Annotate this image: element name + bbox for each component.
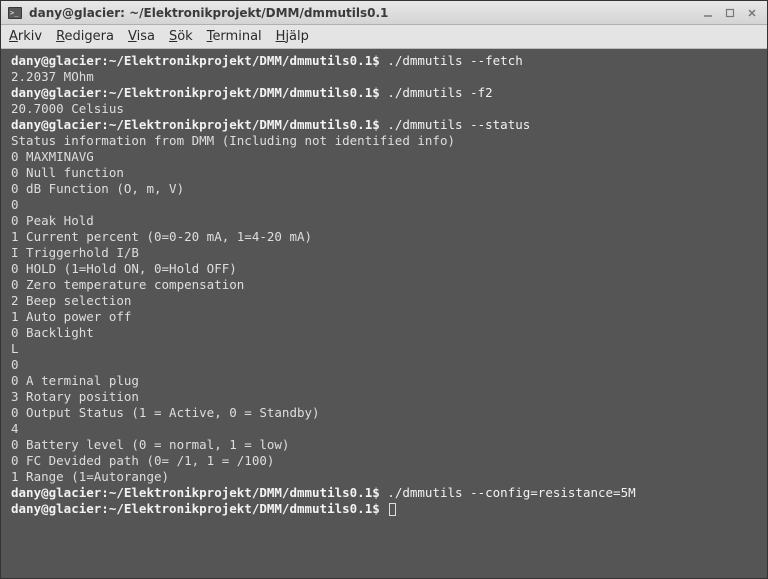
terminal-viewport[interactable]: dany@glacier:~/Elektronikprojekt/DMM/dmm…	[1, 49, 767, 578]
prompt-line: dany@glacier:~/Elektronikprojekt/DMM/dmm…	[11, 485, 757, 501]
command-text: ./dmmutils -f2	[380, 85, 493, 100]
output-line: 0 FC Devided path (0= /1, 1 = /100)	[11, 453, 757, 469]
prompt: dany@glacier:~/Elektronikprojekt/DMM/dmm…	[11, 117, 380, 132]
output-line: 0 dB Function (O, m, V)	[11, 181, 757, 197]
output-line: 1 Auto power off	[11, 309, 757, 325]
output-line: Status information from DMM (Including n…	[11, 133, 757, 149]
prompt: dany@glacier:~/Elektronikprojekt/DMM/dmm…	[11, 485, 380, 500]
prompt-line: dany@glacier:~/Elektronikprojekt/DMM/dmm…	[11, 501, 757, 517]
output-line: 0 Output Status (1 = Active, 0 = Standby…	[11, 405, 757, 421]
menubar: Arkiv Redigera Visa Sök Terminal Hjälp	[1, 25, 767, 49]
output-line: 0 Zero temperature compensation	[11, 277, 757, 293]
command-text: ./dmmutils --config=resistance=5M	[380, 485, 636, 500]
menu-visa[interactable]: Visa	[128, 29, 155, 44]
prompt-line: dany@glacier:~/Elektronikprojekt/DMM/dmm…	[11, 117, 757, 133]
output-line: I Triggerhold I/B	[11, 245, 757, 261]
output-line: 0 Peak Hold	[11, 213, 757, 229]
command-text: ./dmmutils --fetch	[380, 53, 523, 68]
output-line: 0 HOLD (1=Hold ON, 0=Hold OFF)	[11, 261, 757, 277]
menu-hjalp[interactable]: Hjälp	[276, 29, 309, 44]
terminal-window: >_ dany@glacier: ~/Elektronikprojekt/DMM…	[0, 0, 768, 579]
prompt: dany@glacier:~/Elektronikprojekt/DMM/dmm…	[11, 53, 380, 68]
output-line: 4	[11, 421, 757, 437]
output-line: 0 Battery level (0 = normal, 1 = low)	[11, 437, 757, 453]
menu-redigera[interactable]: Redigera	[56, 29, 114, 44]
menu-terminal[interactable]: Terminal	[207, 29, 262, 44]
output-line: 2.2037 MOhm	[11, 69, 757, 85]
menu-arkiv[interactable]: Arkiv	[9, 29, 42, 44]
output-line: 0	[11, 357, 757, 373]
minimize-button[interactable]	[699, 5, 717, 21]
output-line: 0 Null function	[11, 165, 757, 181]
output-line: 3 Rotary position	[11, 389, 757, 405]
command-text: ./dmmutils --status	[380, 117, 531, 132]
prompt: dany@glacier:~/Elektronikprojekt/DMM/dmm…	[11, 501, 380, 516]
prompt-line: dany@glacier:~/Elektronikprojekt/DMM/dmm…	[11, 85, 757, 101]
output-line: 0 MAXMINAVG	[11, 149, 757, 165]
output-line: L	[11, 341, 757, 357]
prompt-line: dany@glacier:~/Elektronikprojekt/DMM/dmm…	[11, 53, 757, 69]
output-line: 0 Backlight	[11, 325, 757, 341]
output-line: 1 Current percent (0=0-20 mA, 1=4-20 mA)	[11, 229, 757, 245]
close-button[interactable]	[743, 5, 761, 21]
cursor	[389, 503, 396, 516]
output-line: 0	[11, 197, 757, 213]
svg-text:>_: >_	[10, 9, 19, 17]
output-line: 20.7000 Celsius	[11, 101, 757, 117]
window-controls	[699, 5, 761, 21]
output-line: 1 Range (1=Autorange)	[11, 469, 757, 485]
maximize-button[interactable]	[721, 5, 739, 21]
terminal-app-icon: >_	[7, 5, 23, 21]
output-line: 0 A terminal plug	[11, 373, 757, 389]
window-title: dany@glacier: ~/Elektronikprojekt/DMM/dm…	[29, 6, 699, 20]
prompt: dany@glacier:~/Elektronikprojekt/DMM/dmm…	[11, 85, 380, 100]
titlebar: >_ dany@glacier: ~/Elektronikprojekt/DMM…	[1, 1, 767, 25]
output-line: 2 Beep selection	[11, 293, 757, 309]
menu-sok[interactable]: Sök	[169, 29, 193, 44]
